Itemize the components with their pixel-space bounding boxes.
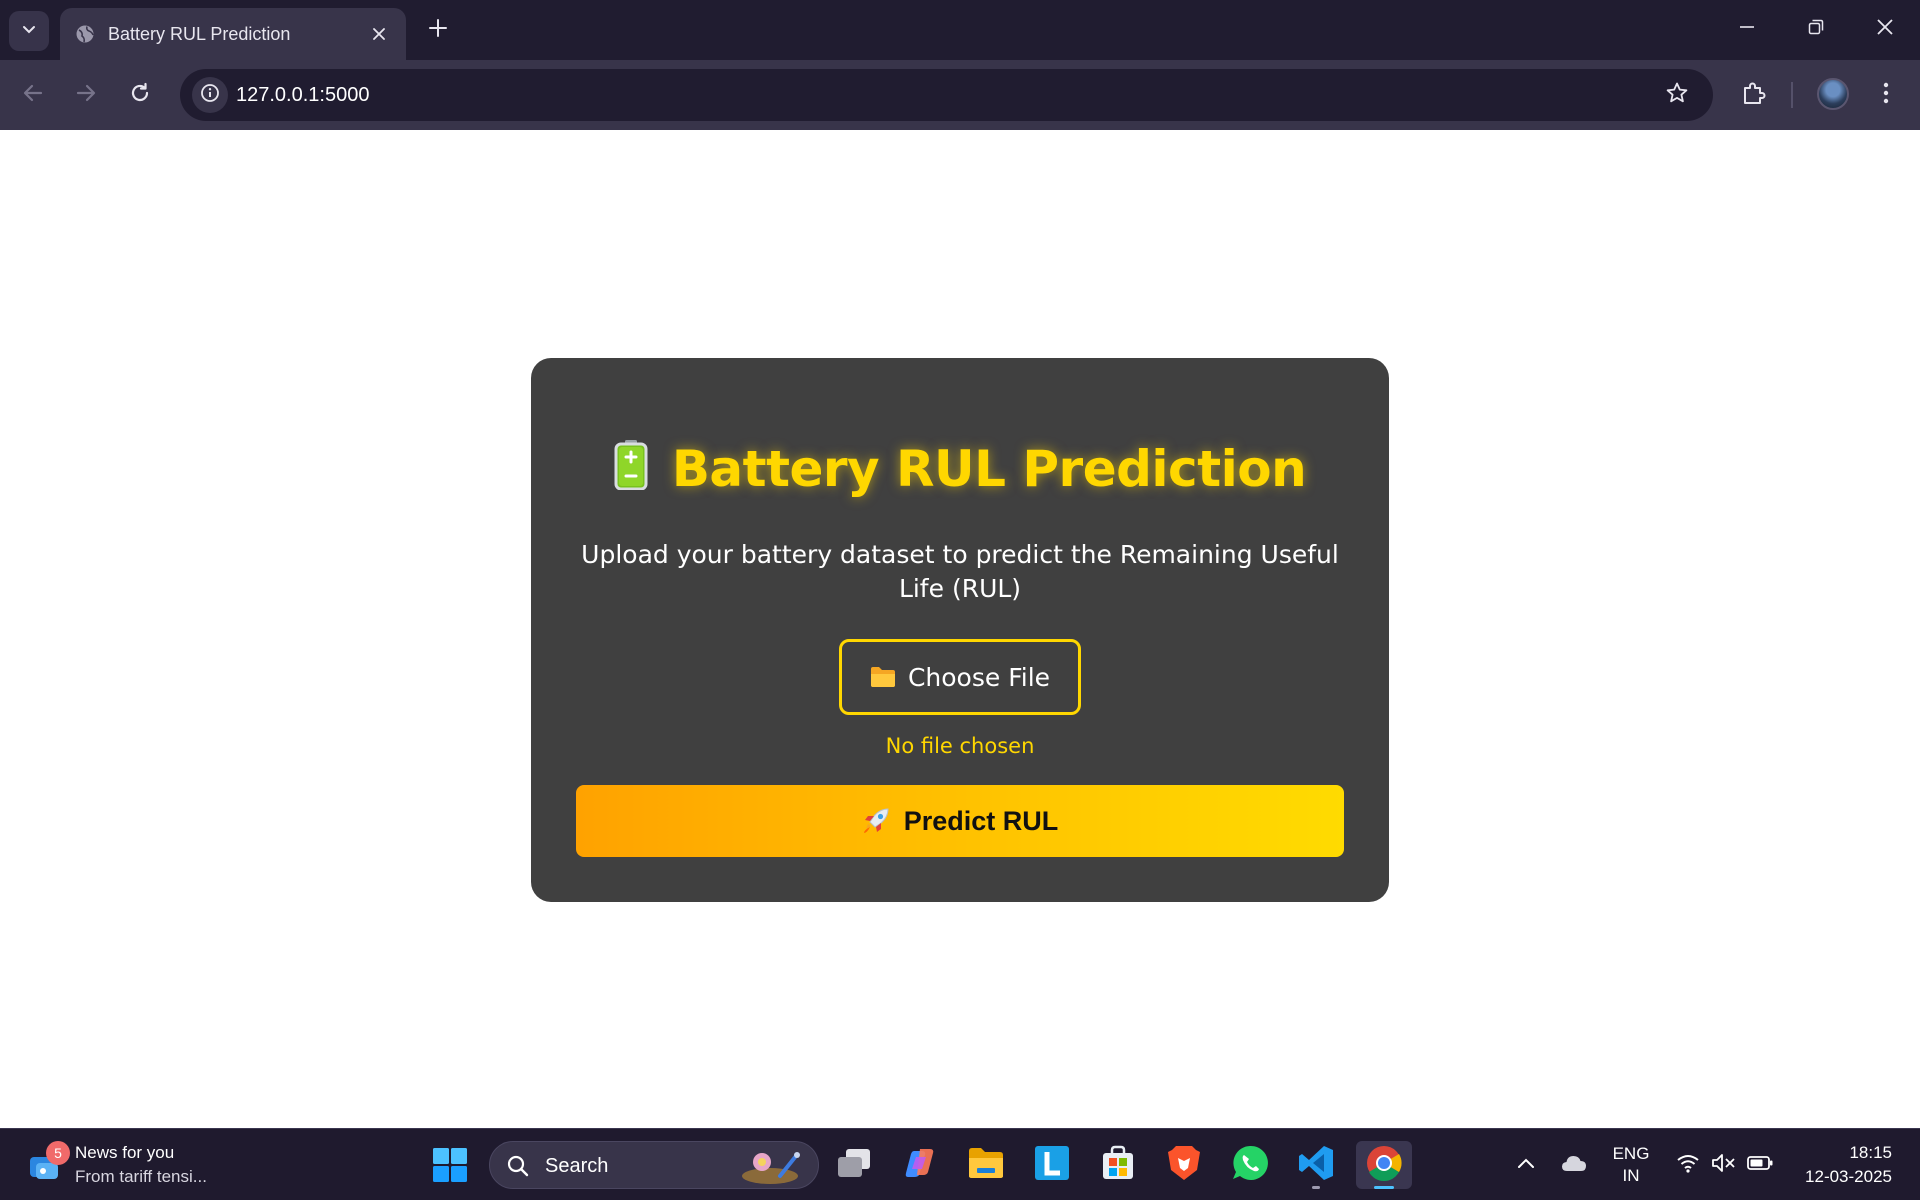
puzzle-icon bbox=[1741, 80, 1767, 111]
taskbar: 5 News for you From tariff tensi... Sear… bbox=[0, 1128, 1920, 1200]
file-status-text: No file chosen bbox=[885, 734, 1035, 758]
choose-file-label: Choose File bbox=[907, 662, 1051, 692]
battery-tray[interactable] bbox=[1746, 1151, 1774, 1179]
chevron-up-icon bbox=[1517, 1156, 1535, 1174]
extensions-button[interactable] bbox=[1734, 75, 1774, 115]
chevron-down-icon bbox=[21, 21, 37, 42]
taskbar-search-label: Search bbox=[545, 1155, 609, 1177]
language-indicator[interactable]: ENG IN bbox=[1611, 1143, 1651, 1187]
close-tab-icon[interactable] bbox=[364, 19, 394, 49]
folder-icon bbox=[870, 666, 896, 688]
language-code: ENG bbox=[1612, 1144, 1650, 1163]
task-view-icon bbox=[836, 1147, 872, 1184]
cloud-icon bbox=[1561, 1154, 1587, 1177]
close-icon bbox=[1876, 18, 1894, 41]
page-subtitle: Upload your battery dataset to predict t… bbox=[581, 540, 1339, 603]
back-button[interactable] bbox=[13, 75, 53, 115]
info-icon bbox=[200, 83, 220, 108]
reload-icon bbox=[129, 82, 151, 109]
show-hidden-icons-button[interactable] bbox=[1512, 1151, 1540, 1179]
site-info-button[interactable] bbox=[192, 77, 228, 113]
language-region: IN bbox=[1622, 1166, 1640, 1185]
predict-rul-label: Predict RUL bbox=[903, 805, 1059, 836]
taskbar-file-explorer[interactable] bbox=[962, 1141, 1010, 1189]
news-widget[interactable]: 5 News for you From tariff tensi... bbox=[24, 1141, 254, 1189]
search-icon bbox=[506, 1154, 530, 1183]
tab-search-button[interactable] bbox=[9, 11, 49, 51]
arrow-left-icon bbox=[22, 82, 44, 109]
rocket-icon bbox=[862, 807, 890, 835]
browser-menu-button[interactable] bbox=[1866, 75, 1906, 115]
start-button[interactable] bbox=[432, 1147, 468, 1183]
taskbar-search[interactable]: Search bbox=[489, 1141, 819, 1189]
bookmark-button[interactable] bbox=[1659, 77, 1695, 113]
active-indicator bbox=[1374, 1186, 1394, 1189]
battery-status-icon bbox=[1747, 1155, 1773, 1176]
battery-icon bbox=[614, 440, 648, 502]
volume-muted-icon bbox=[1711, 1153, 1737, 1178]
wifi-icon bbox=[1676, 1153, 1700, 1178]
whatsapp-icon bbox=[1231, 1144, 1269, 1187]
news-title: News for you bbox=[75, 1143, 175, 1162]
predict-rul-button[interactable]: Predict RUL bbox=[576, 785, 1344, 857]
taskbar-whatsapp[interactable] bbox=[1226, 1141, 1274, 1189]
news-subtitle: From tariff tensi... bbox=[75, 1167, 207, 1186]
page-title: Battery RUL Prediction bbox=[531, 440, 1389, 502]
volume-tray[interactable] bbox=[1710, 1151, 1738, 1179]
running-indicator bbox=[1312, 1186, 1320, 1189]
globe-icon bbox=[74, 23, 96, 45]
tab-title: Battery RUL Prediction bbox=[108, 23, 291, 44]
plus-icon bbox=[429, 18, 447, 42]
tab-battery-rul[interactable]: Battery RUL Prediction bbox=[60, 8, 406, 60]
clock-date: 12-03-2025 bbox=[1805, 1167, 1892, 1186]
taskbar-task-view[interactable] bbox=[830, 1141, 878, 1189]
arrow-right-icon bbox=[75, 82, 97, 109]
copilot-icon bbox=[902, 1145, 938, 1186]
more-vertical-icon bbox=[1883, 82, 1889, 109]
clock-time: 18:15 bbox=[1849, 1143, 1892, 1162]
taskbar-chrome[interactable] bbox=[1356, 1141, 1412, 1189]
taskbar-l-app[interactable] bbox=[1028, 1141, 1076, 1189]
wifi-tray[interactable] bbox=[1674, 1151, 1702, 1179]
restore-icon bbox=[1808, 19, 1824, 40]
onedrive-tray[interactable] bbox=[1560, 1151, 1588, 1179]
address-bar[interactable]: 127.0.0.1:5000 bbox=[180, 69, 1713, 121]
star-icon bbox=[1665, 81, 1689, 110]
news-badge: 5 bbox=[46, 1141, 70, 1165]
folder-app-icon bbox=[967, 1146, 1005, 1185]
taskbar-copilot[interactable] bbox=[896, 1141, 944, 1189]
windows-icon bbox=[432, 1148, 468, 1187]
search-highlight-icon bbox=[740, 1146, 806, 1191]
reload-button[interactable] bbox=[120, 75, 160, 115]
minimize-icon bbox=[1739, 19, 1755, 40]
forward-button[interactable] bbox=[66, 75, 106, 115]
toolbar-separator bbox=[1791, 82, 1793, 108]
taskbar-brave[interactable] bbox=[1160, 1141, 1208, 1189]
taskbar-microsoft-store[interactable] bbox=[1094, 1141, 1142, 1189]
brave-lion-icon bbox=[1167, 1144, 1201, 1187]
url-text[interactable]: 127.0.0.1:5000 bbox=[236, 84, 369, 107]
taskbar-vscode[interactable] bbox=[1292, 1141, 1340, 1189]
choose-file-button[interactable]: Choose File bbox=[839, 639, 1081, 715]
upload-card: Battery RUL Prediction Upload your batte… bbox=[531, 358, 1389, 902]
browser-toolbar: 127.0.0.1:5000 bbox=[0, 60, 1920, 130]
clock[interactable]: 18:15 12-03-2025 bbox=[1805, 1141, 1892, 1189]
l-app-icon bbox=[1034, 1145, 1070, 1186]
restore-button[interactable] bbox=[1791, 6, 1841, 52]
new-tab-button[interactable] bbox=[420, 12, 456, 48]
vscode-icon bbox=[1297, 1144, 1335, 1187]
store-icon bbox=[1100, 1145, 1136, 1186]
profile-avatar[interactable] bbox=[1817, 78, 1849, 110]
minimize-button[interactable] bbox=[1722, 6, 1772, 52]
page-title-text: Battery RUL Prediction bbox=[671, 440, 1307, 498]
chrome-icon bbox=[1365, 1144, 1403, 1187]
browser-tab-strip: Battery RUL Prediction bbox=[0, 0, 1920, 60]
close-window-button[interactable] bbox=[1860, 6, 1910, 52]
